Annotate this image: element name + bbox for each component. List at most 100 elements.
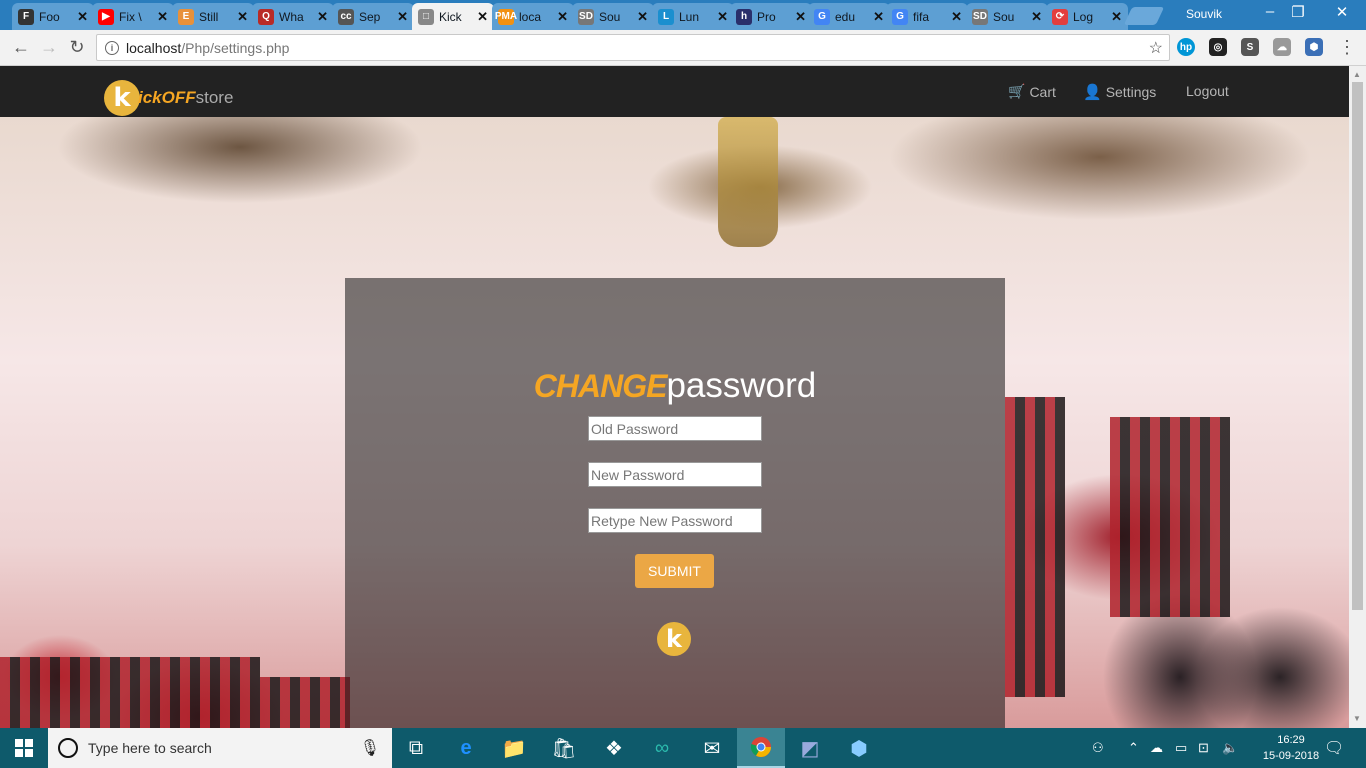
browser-tab[interactable]: cc Sep ✕ — [332, 3, 414, 30]
edge-icon[interactable]: e — [442, 728, 490, 768]
show-hidden-icons[interactable]: ⌃ — [1128, 728, 1139, 768]
site-logo[interactable]: k ickOFF store — [104, 80, 233, 116]
store-icon[interactable]: 🛍 — [540, 728, 588, 768]
people-icon[interactable]: ⚇ — [1092, 728, 1104, 768]
browser-tab[interactable]: L Lun ✕ — [652, 3, 734, 30]
info-icon[interactable]: i — [105, 40, 119, 55]
s-extension-icon[interactable]: S — [1241, 38, 1259, 56]
extension-icon[interactable]: ◎ — [1209, 38, 1227, 56]
tab-close-icon[interactable]: ✕ — [795, 9, 806, 25]
tab-close-icon[interactable]: ✕ — [237, 9, 248, 25]
browser-tab[interactable]: Gedu ✕ — [808, 3, 890, 30]
profile-name[interactable]: Souvik — [1186, 7, 1222, 21]
battery-icon[interactable]: ▭ — [1175, 728, 1187, 768]
tab-favicon-icon: h — [736, 8, 752, 25]
tab-favicon-icon: □ — [418, 8, 434, 25]
start-button[interactable] — [0, 728, 48, 768]
tab-close-icon[interactable]: ✕ — [1111, 9, 1122, 25]
onedrive-icon[interactable]: ☁ — [1150, 728, 1163, 768]
chrome-icon[interactable] — [737, 728, 785, 768]
tab-title: Lun — [679, 9, 700, 24]
microphone-icon[interactable]: 🎙 — [360, 738, 380, 758]
virtualbox-icon[interactable]: ⬢ — [835, 728, 883, 768]
browser-tab[interactable]: F Foo ✕ — [12, 3, 94, 30]
url-host: localhost — [126, 39, 182, 56]
task-view-icon[interactable]: ⧉ — [392, 728, 440, 768]
tab-favicon-icon: SD — [972, 8, 988, 25]
close-window-icon[interactable]: ✕ — [1322, 3, 1362, 21]
brand-store: store — [195, 88, 234, 107]
retype-password-input[interactable] — [588, 508, 762, 533]
heading-password: password — [666, 366, 817, 405]
scroll-up-icon[interactable]: ▲ — [1353, 70, 1361, 79]
tab-close-icon[interactable]: ✕ — [1031, 9, 1042, 25]
file-explorer-icon[interactable]: 📁 — [490, 728, 538, 768]
taskbar-clock[interactable]: 16:29 15-09-2018 — [1262, 732, 1320, 764]
tab-close-icon[interactable]: ✕ — [477, 9, 488, 25]
network-icon[interactable]: ⊡ — [1198, 728, 1209, 768]
browser-toolbar: ← → ↻ i localhost/Php/settings.php ☆ hp … — [0, 30, 1366, 66]
tab-close-icon[interactable]: ✕ — [557, 9, 568, 25]
browser-tab[interactable]: h Pro ✕ — [730, 3, 812, 30]
bookmark-star-icon[interactable]: ☆ — [1149, 38, 1163, 58]
app-icon[interactable]: ◩ — [786, 728, 834, 768]
hp-extension-icon[interactable]: hp — [1177, 38, 1195, 56]
tab-close-icon[interactable]: ✕ — [637, 9, 648, 25]
cube-extension-icon[interactable]: ⬢ — [1305, 38, 1323, 56]
tab-title: Kick — [439, 9, 462, 24]
nav-cart-link[interactable]: 🛒 Cart — [1008, 83, 1056, 100]
tab-title: Sou — [599, 9, 621, 24]
cart-icon: 🛒 — [1008, 83, 1026, 99]
nav-settings-link[interactable]: 👤 Settings — [1083, 83, 1156, 101]
nav-settings-label: Settings — [1105, 84, 1157, 100]
address-bar[interactable]: i localhost/Php/settings.php ☆ — [96, 34, 1170, 61]
trophy-image — [718, 117, 778, 247]
tab-close-icon[interactable]: ✕ — [317, 9, 328, 25]
page-scrollbar[interactable]: ▲ ▼ — [1349, 66, 1366, 728]
windows-icon — [15, 739, 33, 757]
chrome-menu-icon[interactable]: ⋮ — [1338, 37, 1356, 58]
browser-tab[interactable]: ⟳ Log ✕ — [1046, 3, 1128, 30]
tab-close-icon[interactable]: ✕ — [157, 9, 168, 25]
browser-tab[interactable]: SD Sou ✕ — [572, 3, 654, 30]
browser-tab[interactable]: ▶ Fix \ ✕ — [92, 3, 174, 30]
arduino-icon[interactable]: ∞ — [638, 728, 686, 768]
action-center-icon[interactable]: 🗨 — [1324, 728, 1344, 768]
browser-tab[interactable]: PMA loca ✕ — [492, 3, 574, 30]
taskbar-search[interactable]: Type here to search 🎙 — [48, 728, 392, 768]
mail-icon[interactable]: ✉ — [688, 728, 736, 768]
browser-tab[interactable]: Gfifa ✕ — [886, 3, 968, 30]
old-password-input[interactable] — [588, 416, 762, 441]
clock-date: 15-09-2018 — [1262, 750, 1320, 762]
new-tab-button[interactable] — [1123, 7, 1165, 25]
clock-time: 16:29 — [1277, 734, 1305, 746]
page-viewport: k ickOFF store 🛒 Cart 👤 Settings Logout … — [0, 66, 1349, 728]
back-icon[interactable]: ← — [10, 37, 32, 58]
tab-favicon-icon: E — [178, 8, 194, 25]
reload-icon[interactable]: ↻ — [66, 37, 88, 58]
scroll-down-icon[interactable]: ▼ — [1353, 714, 1361, 723]
browser-tab[interactable]: SD Sou ✕ — [966, 3, 1048, 30]
dropbox-icon[interactable]: ❖ — [590, 728, 638, 768]
tab-close-icon[interactable]: ✕ — [873, 9, 884, 25]
new-password-input[interactable] — [588, 462, 762, 487]
cloud-extension-icon[interactable]: ☁ — [1273, 38, 1291, 56]
tab-title: Sep — [359, 9, 381, 24]
nav-logout-link[interactable]: Logout — [1186, 83, 1229, 99]
restore-icon[interactable]: ❐ — [1278, 3, 1318, 21]
forward-icon[interactable]: → — [38, 37, 60, 58]
nav-cart-label: Cart — [1029, 83, 1056, 100]
tab-close-icon[interactable]: ✕ — [77, 9, 88, 25]
browser-tab[interactable]: E Still ✕ — [172, 3, 254, 30]
footer-logo-icon: k — [657, 622, 691, 656]
scrollbar-thumb[interactable] — [1352, 82, 1363, 610]
tab-close-icon[interactable]: ✕ — [951, 9, 962, 25]
tab-title: Still — [199, 9, 219, 24]
submit-button[interactable]: SUBMIT — [635, 554, 714, 588]
tab-close-icon[interactable]: ✕ — [717, 9, 728, 25]
browser-tab[interactable]: Q Wha ✕ — [252, 3, 334, 30]
browser-tab[interactable]: □ Kick ✕ — [412, 3, 494, 30]
tab-close-icon[interactable]: ✕ — [397, 9, 408, 25]
url-path: /Php/settings.php — [181, 39, 290, 56]
volume-icon[interactable]: 🔈 — [1222, 728, 1238, 768]
